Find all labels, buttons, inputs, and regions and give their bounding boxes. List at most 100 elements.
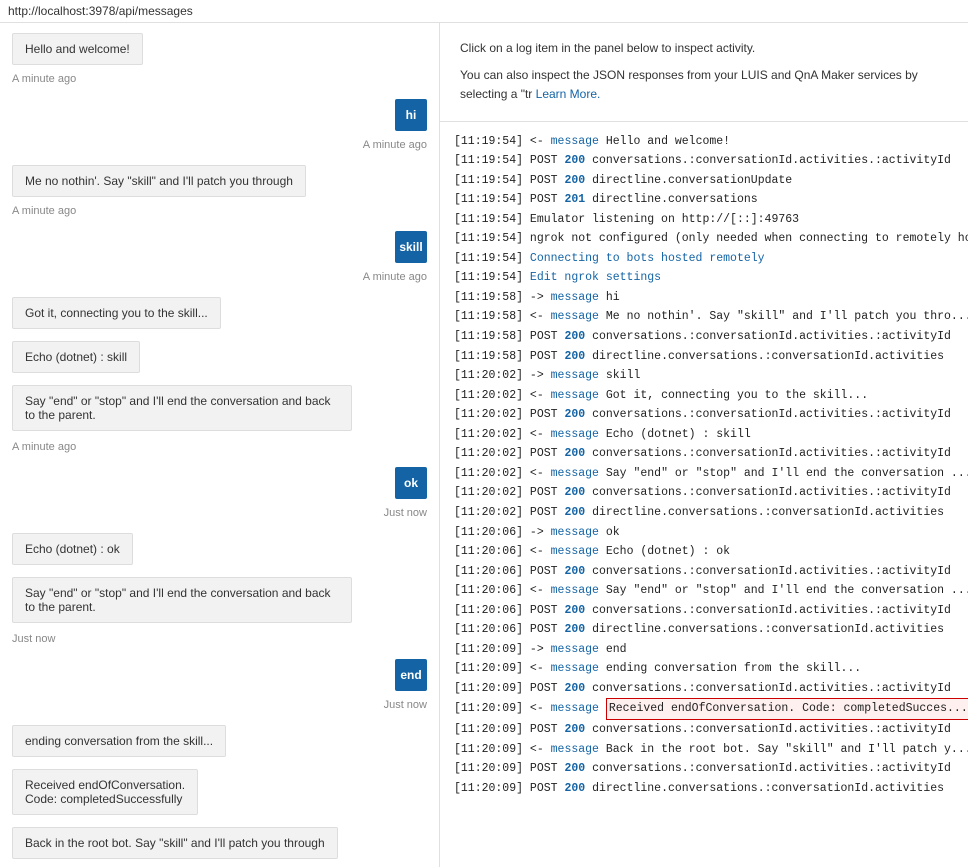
log-line-31[interactable]: [11:20:09] POST 200 conversations.:conve… <box>454 720 954 740</box>
log-line-4[interactable]: [11:19:54] POST 201 directline.conversat… <box>454 190 954 210</box>
log-line-30-highlighted[interactable]: [11:20:09] <- message Received endOfConv… <box>454 698 954 720</box>
log-line-10[interactable]: [11:19:58] <- message Me no nothin'. Say… <box>454 307 954 327</box>
log-type-link[interactable]: message <box>551 643 599 656</box>
log-type-link[interactable]: message <box>551 135 599 148</box>
log-dir: POST <box>530 174 565 187</box>
log-time: [11:20:09] <box>454 782 523 795</box>
chat-group-3: Me no nothin'. Say "skill" and I'll patc… <box>12 165 427 217</box>
log-type-link[interactable]: message <box>551 467 599 480</box>
log-dir: <- <box>530 545 551 558</box>
log-type-link[interactable]: message <box>551 389 599 402</box>
log-line-23[interactable]: [11:20:06] POST 200 conversations.:conve… <box>454 562 954 582</box>
log-type-link[interactable]: message <box>551 545 599 558</box>
bot-bubble-3b: Echo (dotnet) : skill <box>12 341 140 373</box>
log-line-27[interactable]: [11:20:09] -> message end <box>454 640 954 660</box>
log-line-19[interactable]: [11:20:02] POST 200 conversations.:conve… <box>454 483 954 503</box>
log-line-7[interactable]: [11:19:54] Connecting to bots hosted rem… <box>454 249 954 269</box>
timestamp-7: Just now <box>12 633 427 645</box>
log-status: 200 <box>564 682 585 695</box>
log-line-20[interactable]: [11:20:02] POST 200 directline.conversat… <box>454 503 954 523</box>
log-line-13[interactable]: [11:20:02] -> message skill <box>454 366 954 386</box>
log-text: directline.conversations <box>592 193 758 206</box>
log-type-link[interactable]: message <box>551 369 599 382</box>
log-status: 200 <box>564 623 585 636</box>
log-line-16[interactable]: [11:20:02] <- message Echo (dotnet) : sk… <box>454 425 954 445</box>
log-line-26[interactable]: [11:20:06] POST 200 directline.conversat… <box>454 620 954 640</box>
log-line-2[interactable]: [11:19:54] POST 200 conversations.:conve… <box>454 151 954 171</box>
log-status: 200 <box>564 506 585 519</box>
log-text: conversations.:conversationId.activities… <box>592 565 951 578</box>
bot-message-1: Hello and welcome! <box>12 33 427 65</box>
log-dir: <- <box>530 389 551 402</box>
url-bar: http://localhost:3978/api/messages <box>0 0 968 23</box>
log-text: directline.conversations.:conversationId… <box>592 782 944 795</box>
log-type-link[interactable]: message <box>551 584 599 597</box>
user-avatar-ok: ok <box>395 467 427 499</box>
bot-message-5c: Back in the root bot. Say "skill" and I'… <box>12 827 427 859</box>
log-time: [11:20:02] <box>454 467 523 480</box>
bot-multi-1: Got it, connecting you to the skill... E… <box>12 297 427 439</box>
log-line-15[interactable]: [11:20:02] POST 200 conversations.:conve… <box>454 405 954 425</box>
log-line-21[interactable]: [11:20:06] -> message ok <box>454 523 954 543</box>
log-dir: POST <box>530 506 565 519</box>
chat-panel: Hello and welcome! A minute ago hi A min… <box>0 23 440 867</box>
log-type-link[interactable]: message <box>551 428 599 441</box>
log-dir: POST <box>530 762 565 775</box>
connecting-bots-link[interactable]: Connecting to bots hosted remotely <box>530 252 765 265</box>
log-time: [11:20:06] <box>454 565 523 578</box>
log-line-34[interactable]: [11:20:09] POST 200 directline.conversat… <box>454 779 954 799</box>
bot-message-5b: Received endOfConversation.Code: complet… <box>12 769 427 815</box>
log-type-link[interactable]: message <box>551 743 599 756</box>
log-line-24[interactable]: [11:20:06] <- message Say "end" or "stop… <box>454 581 954 601</box>
log-status: 200 <box>564 350 585 363</box>
log-line-17[interactable]: [11:20:02] POST 200 conversations.:conve… <box>454 444 954 464</box>
user-message-end: end <box>12 659 427 691</box>
log-text: ending conversation from the skill... <box>606 662 861 675</box>
log-text: conversations.:conversationId.activities… <box>592 447 951 460</box>
user-avatar-end: end <box>395 659 427 691</box>
log-text: Hello and welcome! <box>606 135 730 148</box>
log-line-28[interactable]: [11:20:09] <- message ending conversatio… <box>454 659 954 679</box>
log-type-link[interactable]: message <box>551 291 599 304</box>
log-type-link[interactable]: message <box>551 662 599 675</box>
log-line-29[interactable]: [11:20:09] POST 200 conversations.:conve… <box>454 679 954 699</box>
log-status: 200 <box>564 565 585 578</box>
log-type-link[interactable]: message <box>551 526 599 539</box>
log-line-33[interactable]: [11:20:09] POST 200 conversations.:conve… <box>454 759 954 779</box>
log-line-9[interactable]: [11:19:58] -> message hi <box>454 288 954 308</box>
timestamp-skill: A minute ago <box>12 271 427 283</box>
log-dir: <- <box>530 743 551 756</box>
url-text: http://localhost:3978/api/messages <box>8 4 193 18</box>
chat-group-6: ok Just now <box>12 467 427 519</box>
log-time: [11:20:02] <box>454 506 523 519</box>
log-line-11[interactable]: [11:19:58] POST 200 conversations.:conve… <box>454 327 954 347</box>
log-line-1[interactable]: [11:19:54] <- message Hello and welcome! <box>454 132 954 152</box>
log-line-3[interactable]: [11:19:54] POST 200 directline.conversat… <box>454 171 954 191</box>
log-line-18[interactable]: [11:20:02] <- message Say "end" or "stop… <box>454 464 954 484</box>
log-line-32[interactable]: [11:20:09] <- message Back in the root b… <box>454 740 954 760</box>
log-time: [11:20:02] <box>454 389 523 402</box>
log-type-link[interactable]: message <box>551 702 599 715</box>
log-time: [11:19:58] <box>454 330 523 343</box>
log-text: conversations.:conversationId.activities… <box>592 604 951 617</box>
log-line-14[interactable]: [11:20:02] <- message Got it, connecting… <box>454 386 954 406</box>
inspector-description: Click on a log item in the panel below t… <box>440 23 968 122</box>
edit-ngrok-link[interactable]: Edit ngrok settings <box>530 271 661 284</box>
log-time: [11:20:06] <box>454 604 523 617</box>
log-dir: POST <box>530 782 565 795</box>
learn-more-link[interactable]: Learn More. <box>536 87 601 101</box>
log-type-link[interactable]: message <box>551 310 599 323</box>
log-time: [11:19:54] <box>454 154 523 167</box>
bot-bubble-5c: Back in the root bot. Say "skill" and I'… <box>12 827 338 859</box>
log-line-12[interactable]: [11:19:58] POST 200 directline.conversat… <box>454 347 954 367</box>
log-dir: -> <box>530 643 551 656</box>
log-line-8[interactable]: [11:19:54] Edit ngrok settings <box>454 268 954 288</box>
log-time: [11:20:02] <box>454 447 523 460</box>
log-line-22[interactable]: [11:20:06] <- message Echo (dotnet) : ok <box>454 542 954 562</box>
log-text: directline.conversations.:conversationId… <box>592 506 944 519</box>
log-status: 200 <box>564 330 585 343</box>
log-status: 200 <box>564 447 585 460</box>
log-line-25[interactable]: [11:20:06] POST 200 conversations.:conve… <box>454 601 954 621</box>
log-time: [11:20:02] <box>454 408 523 421</box>
bot-message-2: Me no nothin'. Say "skill" and I'll patc… <box>12 165 427 197</box>
